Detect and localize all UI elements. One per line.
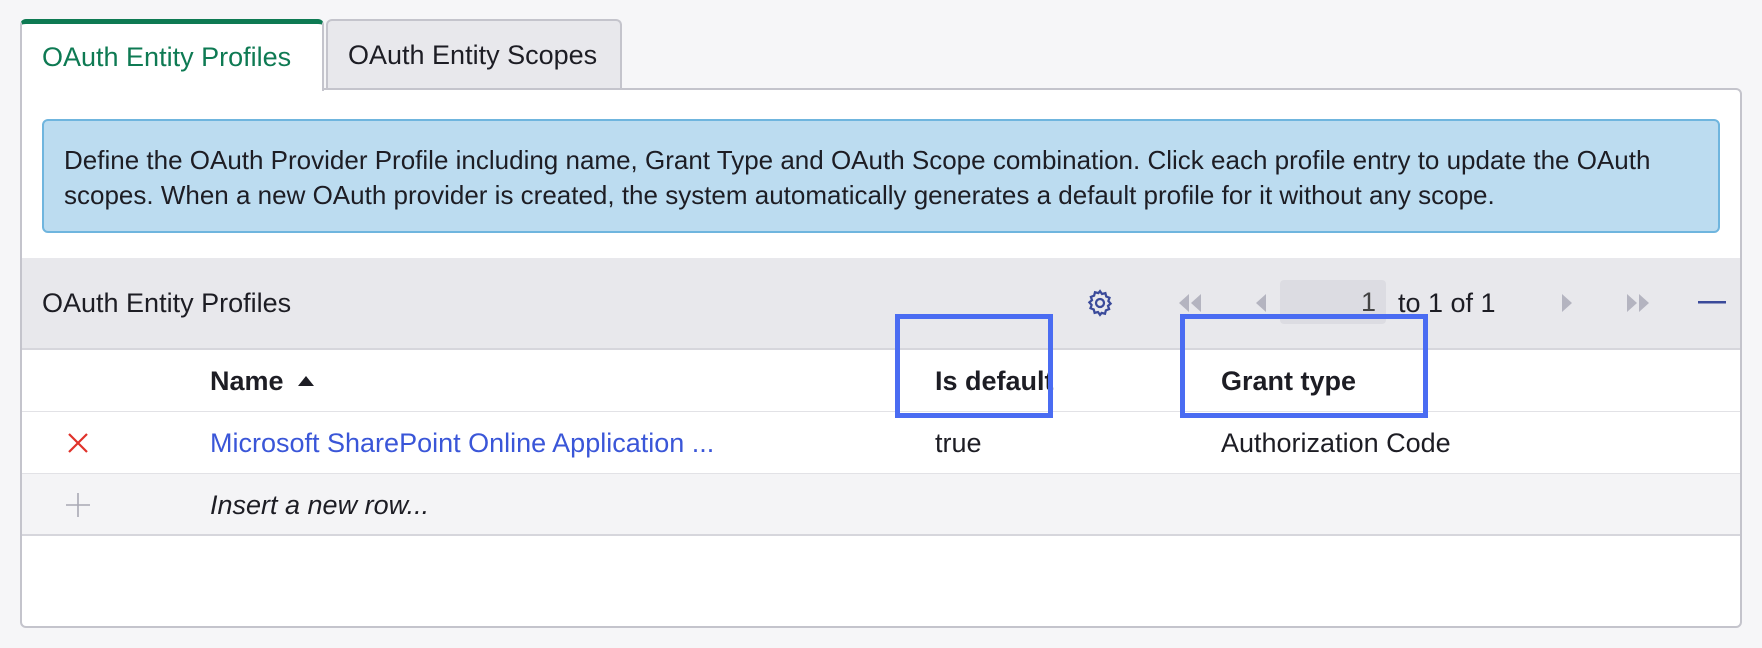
delete-icon[interactable]: [58, 412, 98, 474]
tab-panel: Define the OAuth Provider Profile includ…: [20, 88, 1742, 628]
gear-icon[interactable]: [1080, 258, 1120, 348]
list-title: OAuth Entity Profiles: [42, 287, 292, 318]
tab-oauth-entity-scopes[interactable]: OAuth Entity Scopes: [326, 19, 622, 89]
tab-oauth-entity-profiles[interactable]: OAuth Entity Profiles: [20, 19, 324, 91]
is-default-value: true: [935, 427, 982, 458]
collapse-icon[interactable]: [1692, 258, 1732, 348]
column-name-label: Name: [210, 365, 284, 396]
first-page-icon[interactable]: [1170, 258, 1210, 348]
grant-type-value: Authorization Code: [1221, 427, 1451, 458]
tab-bar: OAuth Entity Profiles OAuth Entity Scope…: [20, 19, 622, 91]
table-header-row: Name Is default Grant type: [22, 350, 1740, 412]
column-header-name[interactable]: Name: [210, 350, 314, 412]
table-row[interactable]: Microsoft SharePoint Online Application …: [22, 412, 1740, 474]
list-toolbar: OAuth Entity Profiles to 1 of 1: [22, 258, 1740, 348]
previous-page-icon[interactable]: [1246, 258, 1276, 348]
page-number-input[interactable]: [1280, 280, 1386, 324]
profiles-table: Name Is default Grant type Microsoft Sha…: [22, 348, 1740, 536]
info-message: Define the OAuth Provider Profile includ…: [42, 119, 1720, 233]
column-header-grant-type[interactable]: Grant type: [1221, 350, 1356, 412]
next-page-icon[interactable]: [1552, 258, 1582, 348]
sort-ascending-icon: [297, 376, 314, 386]
last-page-icon[interactable]: [1618, 258, 1658, 348]
insert-row[interactable]: Insert a new row...: [22, 474, 1740, 536]
page-range-text: to 1 of 1: [1398, 287, 1496, 318]
column-header-is-default[interactable]: Is default: [935, 350, 1054, 412]
profile-name-link[interactable]: Microsoft SharePoint Online Application …: [210, 412, 714, 474]
add-icon[interactable]: [58, 474, 98, 536]
insert-row-label[interactable]: Insert a new row...: [210, 474, 429, 536]
